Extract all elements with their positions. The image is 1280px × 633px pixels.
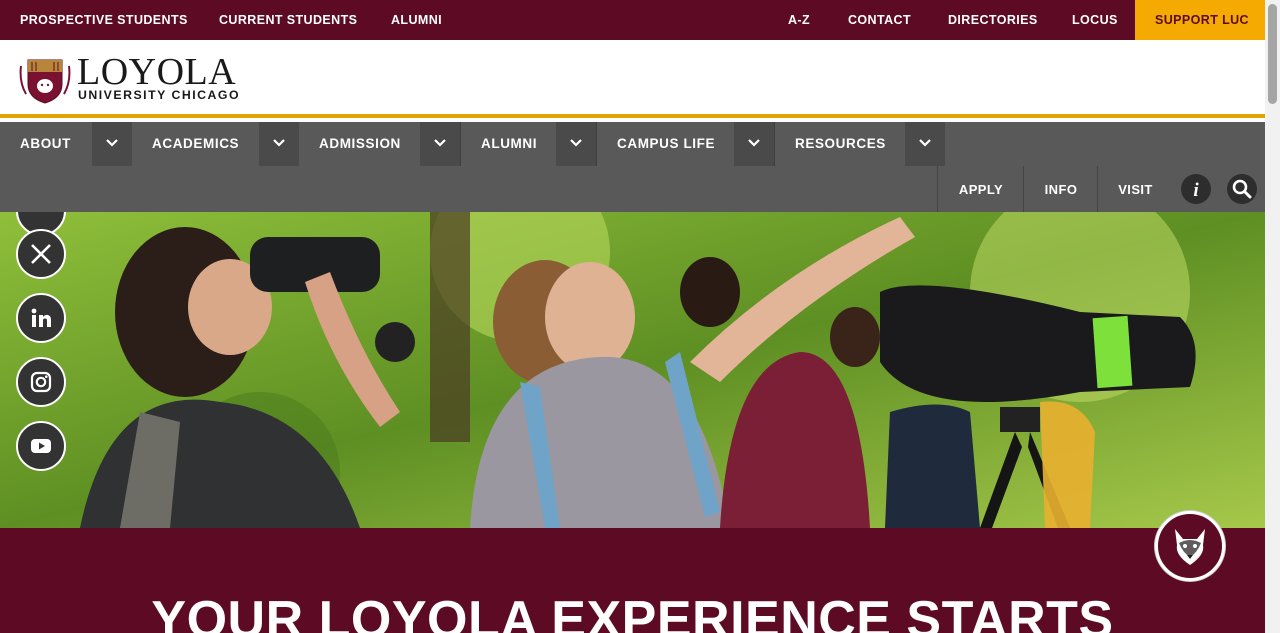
nav-item-alumni: ALUMNI bbox=[461, 122, 597, 166]
welcome-banner: YOUR LOYOLA EXPERIENCE STARTS bbox=[0, 528, 1265, 633]
resources-chevron-down-icon[interactable] bbox=[905, 122, 945, 166]
alumni-chevron-down-icon[interactable] bbox=[556, 122, 596, 166]
nav-about-link[interactable]: ABOUT bbox=[20, 122, 71, 166]
nav-admission-link[interactable]: ADMISSION bbox=[319, 122, 401, 166]
svg-text:i: i bbox=[1193, 180, 1199, 201]
loyola-seal-icon[interactable] bbox=[18, 56, 72, 104]
link-directories[interactable]: Directories bbox=[948, 0, 1038, 40]
youtube-icon[interactable] bbox=[16, 421, 66, 471]
quick-links-bar: APPLY INFO VISIT bbox=[0, 166, 1265, 212]
nav-item-resources: RESOURCES bbox=[775, 122, 945, 166]
campus-life-chevron-down-icon[interactable] bbox=[734, 122, 774, 166]
loyola-wordmark[interactable]: LOYOLA bbox=[77, 53, 236, 91]
search-icon[interactable] bbox=[1227, 174, 1257, 204]
info-icon[interactable]: i bbox=[1181, 174, 1211, 204]
university-chicago-tagline: UNIVERSITY CHICAGO bbox=[78, 88, 241, 102]
visit-link[interactable]: VISIT bbox=[1097, 166, 1173, 212]
academics-chevron-down-icon[interactable] bbox=[259, 122, 299, 166]
students-birdwatching-photo bbox=[0, 212, 1265, 528]
support-luc-button[interactable]: Support LUC bbox=[1135, 0, 1265, 40]
nav-item-academics: ACADEMICS bbox=[132, 122, 299, 166]
page-scrollbar[interactable] bbox=[1265, 0, 1280, 633]
utility-bar: Prospective Students Current Students Al… bbox=[0, 0, 1265, 40]
admission-chevron-down-icon[interactable] bbox=[420, 122, 460, 166]
nav-academics-link[interactable]: ACADEMICS bbox=[152, 122, 239, 166]
link-prospective-students[interactable]: Prospective Students bbox=[20, 0, 188, 40]
site-header: LOYOLA UNIVERSITY CHICAGO bbox=[0, 40, 1265, 118]
nav-resources-link[interactable]: RESOURCES bbox=[795, 122, 886, 166]
nav-item-admission: ADMISSION bbox=[299, 122, 461, 166]
link-current-students[interactable]: Current Students bbox=[219, 0, 357, 40]
link-locus[interactable]: LOCUS bbox=[1072, 0, 1118, 40]
instagram-icon[interactable] bbox=[16, 357, 66, 407]
main-navigation: ABOUT ACADEMICS ADMISSION ALUMNI CAMPUS … bbox=[0, 122, 1265, 166]
about-chevron-down-icon[interactable] bbox=[92, 122, 132, 166]
nav-item-campus-life: CAMPUS LIFE bbox=[597, 122, 775, 166]
linkedin-icon[interactable] bbox=[16, 293, 66, 343]
info-link[interactable]: INFO bbox=[1023, 166, 1098, 212]
link-alumni[interactable]: Alumni bbox=[391, 0, 442, 40]
banner-headline: YOUR LOYOLA EXPERIENCE STARTS bbox=[151, 591, 1114, 633]
x-twitter-icon[interactable] bbox=[16, 229, 66, 279]
wolf-mascot-chat-icon[interactable] bbox=[1155, 511, 1225, 581]
nav-alumni-link[interactable]: ALUMNI bbox=[481, 122, 537, 166]
link-contact[interactable]: Contact bbox=[848, 0, 911, 40]
nav-item-about: ABOUT bbox=[0, 122, 132, 166]
scrollbar-thumb[interactable] bbox=[1268, 4, 1277, 104]
hero-image bbox=[0, 212, 1265, 528]
apply-link[interactable]: APPLY bbox=[937, 166, 1024, 212]
nav-campus-life-link[interactable]: CAMPUS LIFE bbox=[617, 122, 715, 166]
link-a-z[interactable]: A-Z bbox=[788, 0, 810, 40]
